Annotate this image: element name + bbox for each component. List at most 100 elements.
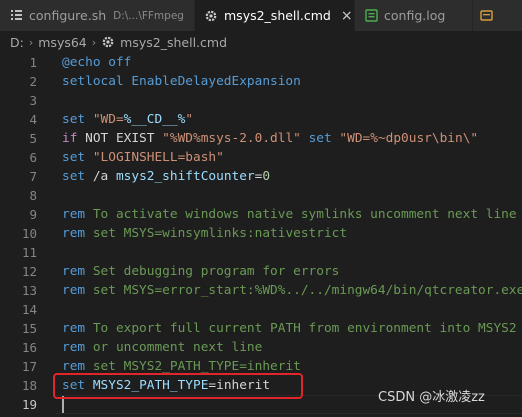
tab-label: config.log bbox=[384, 8, 446, 23]
log-file-icon bbox=[364, 9, 378, 23]
code-token: " bbox=[185, 112, 194, 127]
code-token: setlocal bbox=[62, 74, 124, 89]
code-token: rem bbox=[62, 207, 86, 222]
line-code: rem Set debugging program for errors bbox=[62, 264, 339, 279]
code-token: 0 bbox=[262, 169, 271, 184]
code-token: rem bbox=[62, 226, 86, 241]
line-number: 10 bbox=[21, 226, 37, 241]
line-number: 7 bbox=[29, 169, 37, 184]
line-number: 8 bbox=[29, 188, 37, 203]
code-token: set bbox=[62, 169, 86, 184]
code-token: set bbox=[62, 150, 86, 165]
line-number: 1 bbox=[29, 55, 37, 70]
line-number: 4 bbox=[29, 112, 37, 127]
code-token: "WD=%~dp0usr\bin\" bbox=[339, 131, 479, 146]
tab-overflow[interactable] bbox=[473, 0, 522, 31]
code-line[interactable]: 13 rem set MSYS=error_start:%WD%../../min… bbox=[0, 281, 522, 300]
line-code: @echo off bbox=[62, 55, 131, 70]
tab-bar: configure.sh D:\...\FFmpeg msys2_shell.c… bbox=[0, 0, 522, 31]
code-line[interactable]: 16 rem or uncomment next line bbox=[0, 338, 522, 357]
code-line[interactable]: 12 rem Set debugging program for errors bbox=[0, 262, 522, 281]
code-token: off bbox=[100, 55, 132, 70]
code-token: rem bbox=[62, 283, 86, 298]
code-line[interactable]: 15 rem To export full current PATH from e… bbox=[0, 319, 522, 338]
line-code: if NOT EXIST "%WD%msys-2.0.dll" set "WD=… bbox=[62, 131, 478, 146]
code-line[interactable]: 5 if NOT EXIST "%WD%msys-2.0.dll" set "WD… bbox=[0, 129, 522, 148]
code-token: set MSYS2_PATH_TYPE=inherit bbox=[85, 359, 301, 374]
breadcrumb-item-file[interactable]: msys2_shell.cmd bbox=[120, 35, 227, 50]
gear-icon bbox=[101, 35, 115, 49]
code-token: rem bbox=[62, 321, 86, 336]
tab-configure-sh[interactable]: configure.sh D:\...\FFmpeg bbox=[0, 0, 195, 31]
annotation-highlight-box bbox=[53, 373, 303, 399]
tab-msys2-shell-cmd[interactable]: msys2_shell.cmd × bbox=[195, 0, 355, 31]
code-token: EnableDelayedExpansion bbox=[123, 74, 301, 89]
code-line[interactable]: 14 bbox=[0, 300, 522, 319]
code-token: rem bbox=[62, 340, 86, 355]
gear-icon bbox=[204, 9, 218, 23]
code-token: rem bbox=[62, 264, 86, 279]
line-number: 14 bbox=[21, 302, 37, 317]
line-number: 9 bbox=[29, 207, 37, 222]
chevron-right-icon: › bbox=[91, 35, 97, 49]
code-token: @echo bbox=[62, 55, 101, 70]
line-code: set "LOGINSHELL=bash" bbox=[62, 150, 224, 165]
breadcrumb-item-drive[interactable]: D: bbox=[10, 35, 24, 50]
code-line[interactable]: 11 bbox=[0, 243, 522, 262]
tab-label: configure.sh bbox=[29, 8, 107, 23]
code-line[interactable]: 8 bbox=[0, 186, 522, 205]
file-icon bbox=[9, 9, 23, 23]
line-number: 18 bbox=[21, 378, 37, 393]
code-line[interactable]: 4 set "WD=%__CD__%" bbox=[0, 110, 522, 129]
tab-description: D:\...\FFmpeg bbox=[113, 9, 184, 22]
close-icon[interactable]: × bbox=[341, 8, 353, 24]
breadcrumb-item-folder[interactable]: msys64 bbox=[38, 35, 87, 50]
code-token: %__CD__% bbox=[123, 112, 186, 127]
line-number: 16 bbox=[21, 340, 37, 355]
line-number: 6 bbox=[29, 150, 37, 165]
watermark: CSDN @冰激凌zz bbox=[378, 390, 485, 405]
tab-config-log[interactable]: config.log bbox=[355, 0, 473, 31]
code-line[interactable]: 9 rem To activate windows native symlinks… bbox=[0, 205, 522, 224]
code-editor[interactable]: 1 @echo off 2 setlocal EnableDelayedExpansi… bbox=[0, 53, 522, 417]
code-token: set MSYS=winsymlinks:nativestrict bbox=[85, 226, 348, 241]
line-number: 19 bbox=[21, 397, 37, 412]
line-number: 17 bbox=[21, 359, 37, 374]
line-number: 12 bbox=[21, 264, 37, 279]
code-line[interactable]: 2 setlocal EnableDelayedExpansion bbox=[0, 72, 522, 91]
code-token: To export full current PATH from environ… bbox=[85, 321, 517, 336]
chevron-right-icon: › bbox=[28, 35, 34, 49]
code-line[interactable]: 6 set "LOGINSHELL=bash" bbox=[0, 148, 522, 167]
line-code: set /a msys2_shiftCounter=0 bbox=[62, 169, 270, 184]
code-line[interactable]: 1 @echo off bbox=[0, 53, 522, 72]
code-token: set bbox=[308, 131, 332, 146]
line-code: rem To activate windows native symlinks … bbox=[62, 207, 517, 222]
line-code: rem To export full current PATH from env… bbox=[62, 321, 517, 336]
tab-label: msys2_shell.cmd bbox=[224, 8, 331, 23]
code-line[interactable]: 7 set /a msys2_shiftCounter=0 bbox=[0, 167, 522, 186]
code-token: "LOGINSHELL=bash" bbox=[92, 150, 224, 165]
line-code: setlocal EnableDelayedExpansion bbox=[62, 74, 301, 89]
code-token: if bbox=[62, 131, 78, 146]
code-line[interactable]: 3 bbox=[0, 91, 522, 110]
code-token: "%WD%msys-2.0.dll" bbox=[162, 131, 301, 146]
code-token: rem bbox=[62, 359, 86, 374]
line-number: 3 bbox=[29, 93, 37, 108]
code-token: or uncomment next line bbox=[85, 340, 263, 355]
code-token: set MSYS=error_start:%WD%../../mingw64/b… bbox=[85, 283, 522, 298]
code-token: "WD= bbox=[92, 112, 124, 127]
line-number: 2 bbox=[29, 74, 37, 89]
code-token: msys2_shiftCounter bbox=[115, 169, 255, 184]
breadcrumb: D: › msys64 › msys2_shell.cmd bbox=[0, 31, 522, 53]
code-token: To activate windows native symlinks unco… bbox=[85, 207, 517, 222]
line-code: rem or uncomment next line bbox=[62, 340, 262, 355]
line-number: 11 bbox=[21, 245, 37, 260]
code-token: set bbox=[62, 112, 86, 127]
line-number: 15 bbox=[21, 321, 37, 336]
line-code: rem set MSYS=winsymlinks:nativestrict bbox=[62, 226, 347, 241]
line-number: 13 bbox=[21, 283, 37, 298]
code-line[interactable]: 10 rem set MSYS=winsymlinks:nativestrict bbox=[0, 224, 522, 243]
